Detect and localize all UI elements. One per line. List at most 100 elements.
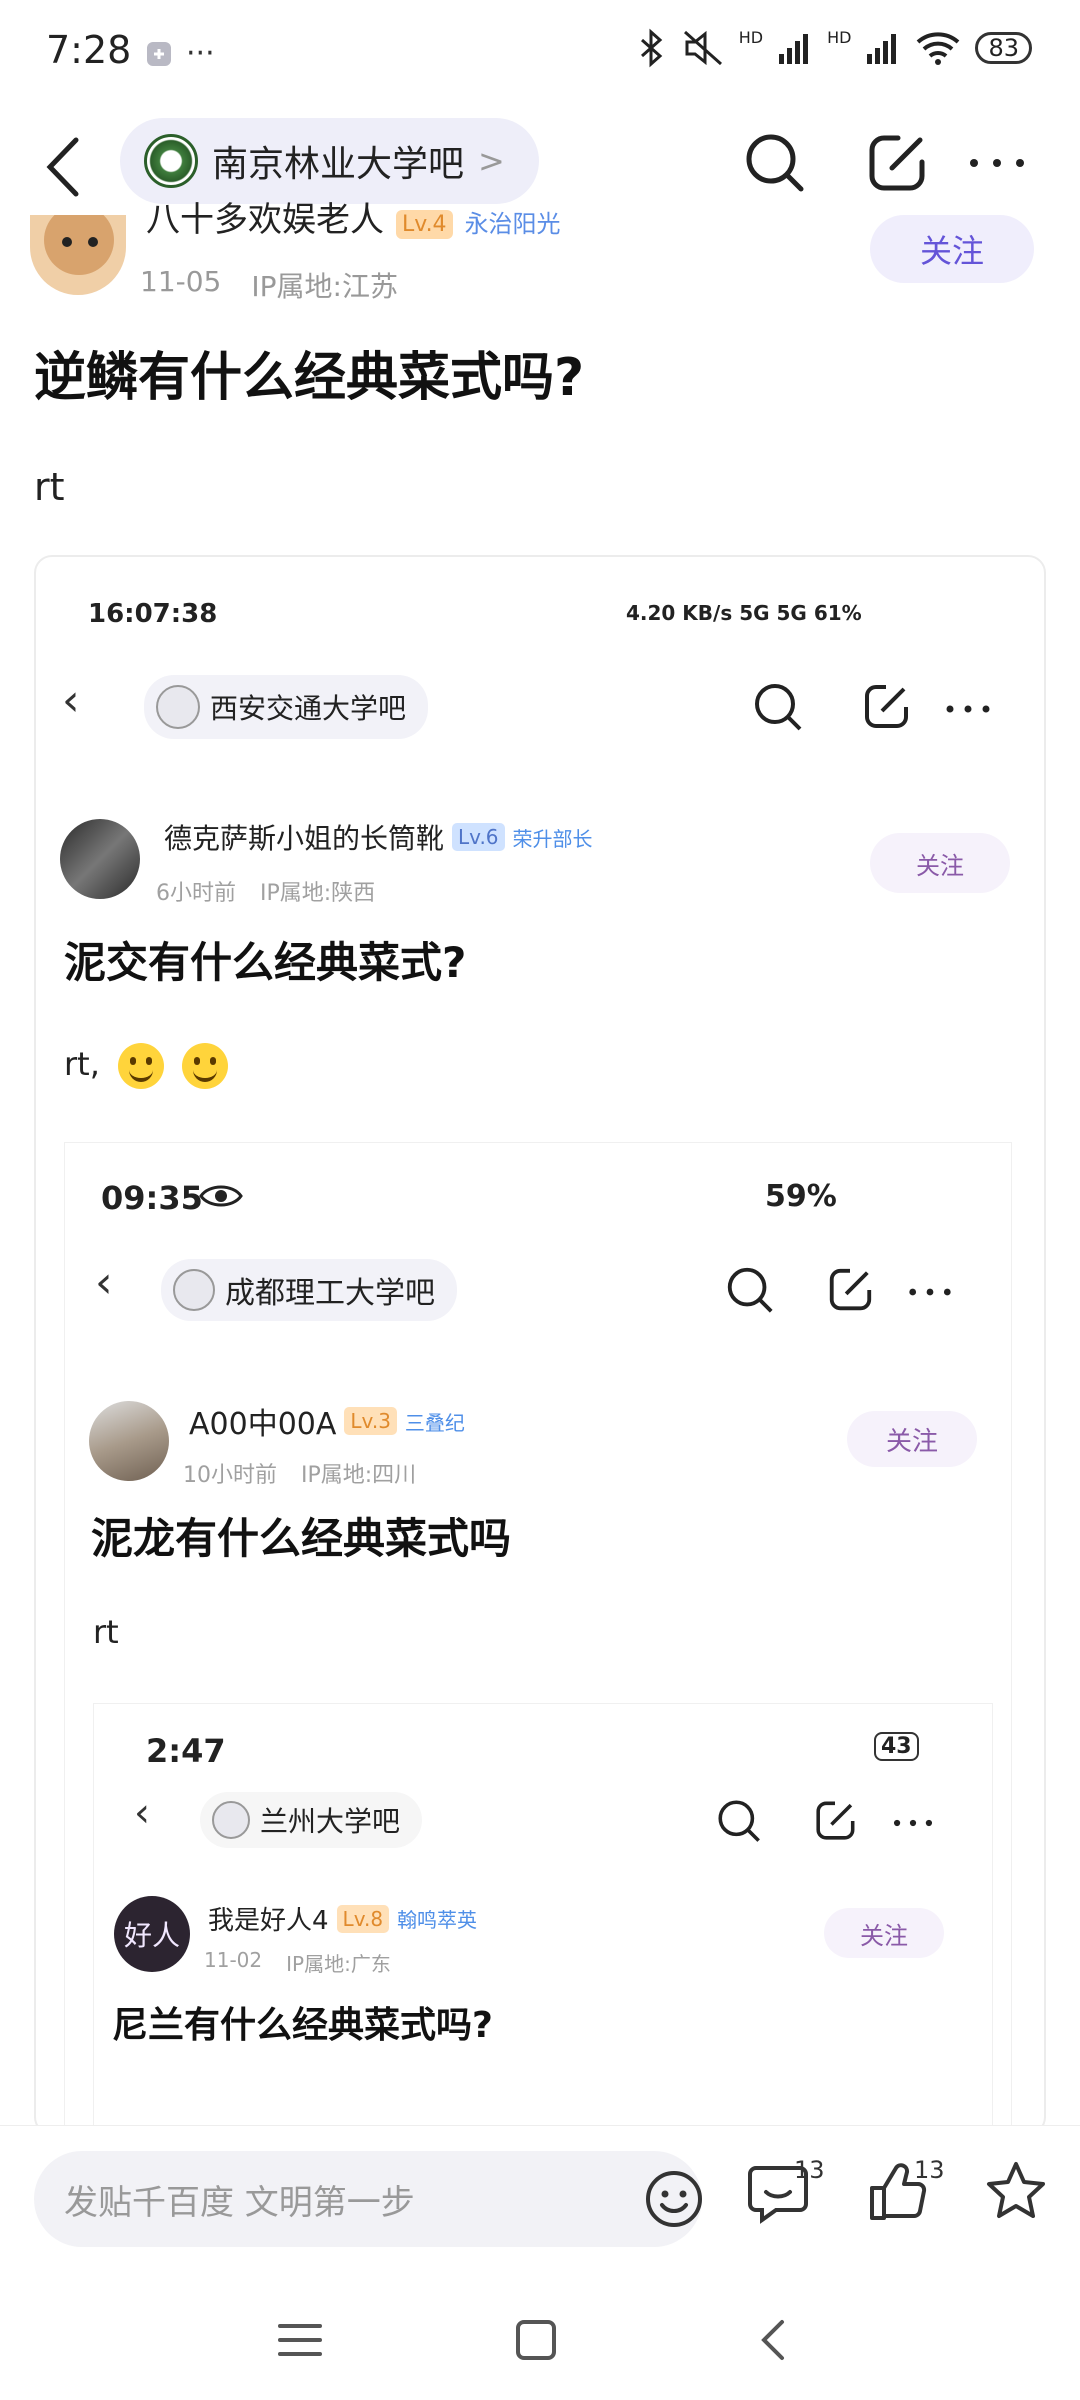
shot1-status: 4.20 KB/s 5G 5G 61% (626, 601, 862, 625)
shot1-author-name: 德克萨斯小姐的长筒靴 (164, 822, 445, 855)
shot3-compose-icon (816, 1801, 855, 1840)
shot2-status: 59% (765, 1179, 837, 1214)
post-body: rt (34, 465, 65, 509)
reply-placeholder: 发贴千百度 文明第一步 (64, 2182, 415, 2223)
menu-icon[interactable] (270, 2310, 330, 2370)
shot1-search-icon (755, 684, 802, 731)
shot2-forum-logo-icon (173, 1269, 215, 1311)
post-ip: IP属地:江苏 (251, 270, 398, 303)
author-avatar[interactable] (30, 215, 126, 295)
shot3-follow-button: 关注 (824, 1908, 944, 1958)
shot1-title: 泥交有什么经典菜式? (64, 938, 467, 987)
shot3-forum-pill: 兰州大学吧 (200, 1792, 423, 1848)
shot3-back-icon: ‹ (134, 1790, 150, 1836)
embedded-screenshot[interactable]: 16:07:38 4.20 KB/s 5G 5G 61% ‹ 西安交通大学吧 德… (34, 555, 1046, 2135)
shot3-forum-name: 兰州大学吧 (260, 1805, 401, 1838)
shot2-back-icon: ‹ (95, 1257, 113, 1308)
forum-logo-icon (144, 134, 198, 188)
shot3-more-icon (893, 1819, 933, 1827)
shot2-follow-button: 关注 (847, 1411, 977, 1467)
shot1-forum-name: 西安交通大学吧 (210, 692, 407, 725)
favorite-star-icon[interactable] (980, 2156, 1052, 2228)
shot3-avatar: 好人 (114, 1896, 190, 1972)
shot2-more-icon (909, 1288, 951, 1296)
signal-icon (779, 34, 809, 64)
app-notification-icon (147, 41, 171, 66)
shot3-search-icon (718, 1800, 760, 1842)
shot2-search-icon (727, 1267, 773, 1313)
post-title: 逆鳞有什么经典菜式吗? (34, 348, 585, 408)
signal-icon-2 (867, 34, 897, 64)
post-date: 11-05 (140, 265, 222, 298)
shot1-compose-icon (865, 685, 908, 728)
post-meta: 11-05 IP属地:江苏 (140, 265, 398, 305)
smile-emoji-icon (117, 1043, 164, 1089)
emoji-picker-icon[interactable] (644, 2169, 704, 2229)
shot2-avatar (89, 1401, 169, 1481)
shot1-author-line: 德克萨斯小姐的长筒靴 Lv.6 荣升部长 (164, 817, 593, 857)
honor-badge: 永治阳光 (464, 210, 561, 238)
shot3-status: 43 (874, 1732, 919, 1761)
status-bar: 7:28 ··· HD HD 83 (0, 0, 1080, 100)
more-options-icon[interactable] (962, 128, 1032, 198)
home-icon[interactable] (506, 2310, 566, 2370)
shot2-author-line: A00中00A Lv.3 三叠纪 (189, 1399, 465, 1443)
shot2-time: 09:35 (101, 1179, 203, 1217)
shot2-forum-name: 成都理工大学吧 (225, 1276, 435, 1311)
bottom-action-bar: 发贴千百度 文明第一步 13 13 (0, 2125, 1080, 2265)
shot1-time: 16:07:38 (88, 599, 218, 629)
bluetooth-icon (640, 28, 662, 68)
compose-icon[interactable] (862, 128, 932, 198)
shot2-forum-pill: 成都理工大学吧 (161, 1259, 457, 1321)
wifi-icon (917, 32, 960, 65)
shot1-body: rt, (64, 1043, 228, 1089)
reply-input[interactable]: 发贴千百度 文明第一步 (34, 2151, 702, 2247)
shot2-author-name: A00中00A (189, 1407, 337, 1442)
author-name[interactable]: 八十多欢娱老人 (146, 201, 384, 239)
search-icon[interactable] (740, 128, 810, 198)
system-back-icon[interactable] (744, 2310, 804, 2370)
shot3-meta: 11-02 IP属地:广东 (204, 1948, 391, 1976)
signal-label-2: HD (827, 28, 852, 47)
shot1-level-badge: Lv.6 (452, 823, 505, 851)
nested-screenshot-3: 2:47 43 ‹ 兰州大学吧 好人 我是好人4 Lv.8 翰鸣萃英 11-02… (93, 1703, 993, 2133)
forum-link[interactable]: 南京林业大学吧 > (120, 118, 539, 204)
level-badge: Lv.4 (396, 210, 453, 239)
mute-icon (683, 30, 722, 66)
like-count: 13 (914, 2156, 945, 2184)
shot1-avatar (60, 819, 140, 899)
shot1-back-icon: ‹ (62, 675, 80, 726)
system-navigation-bar (0, 2270, 1080, 2400)
chevron-right-icon: > (478, 142, 505, 180)
shot2-level-badge: Lv.3 (344, 1407, 397, 1435)
shot3-level-badge: Lv.8 (336, 1904, 390, 1933)
shot2-body: rt (93, 1613, 119, 1651)
battery-indicator: 83 (975, 32, 1032, 64)
shot2-compose-icon (829, 1268, 872, 1311)
smile-emoji-icon (181, 1043, 228, 1089)
shot3-author-line: 我是好人4 Lv.8 翰鸣萃英 (208, 1900, 477, 1937)
shot3-honor-badge: 翰鸣萃英 (397, 1908, 478, 1932)
shot1-forum-logo-icon (156, 685, 200, 729)
shot3-time: 2:47 (146, 1732, 226, 1770)
comment-count: 13 (794, 2156, 825, 2184)
more-notifications-icon: ··· (186, 36, 215, 71)
shot3-author-name: 我是好人4 (208, 1906, 329, 1936)
signal-label-1: HD (738, 28, 764, 47)
shot2-eye-icon (199, 1185, 243, 1207)
shot2-meta: 10小时前 IP属地:四川 (183, 1463, 417, 1488)
nested-screenshot-2: 09:35 59% ‹ 成都理工大学吧 A00中00A Lv.3 三叠纪 10小… (64, 1142, 1012, 2133)
shot1-honor-badge: 荣升部长 (512, 826, 593, 851)
shot2-title: 泥龙有什么经典菜式吗 (91, 1514, 512, 1563)
status-time: 7:28 (46, 28, 132, 72)
shot3-forum-logo-icon (212, 1801, 250, 1839)
author-line: 八十多欢娱老人 Lv.4 永治阳光 (146, 201, 561, 239)
back-button[interactable] (40, 132, 90, 202)
shot3-title: 尼兰有什么经典菜式吗? (112, 2005, 493, 2046)
forum-name: 南京林业大学吧 (212, 144, 465, 185)
follow-button[interactable]: 关注 (870, 215, 1034, 283)
shot1-meta: 6小时前 IP属地:陕西 (156, 881, 376, 906)
shot2-honor-badge: 三叠纪 (404, 1410, 465, 1435)
shot1-follow-button: 关注 (870, 833, 1010, 893)
shot1-more-icon (946, 705, 990, 713)
